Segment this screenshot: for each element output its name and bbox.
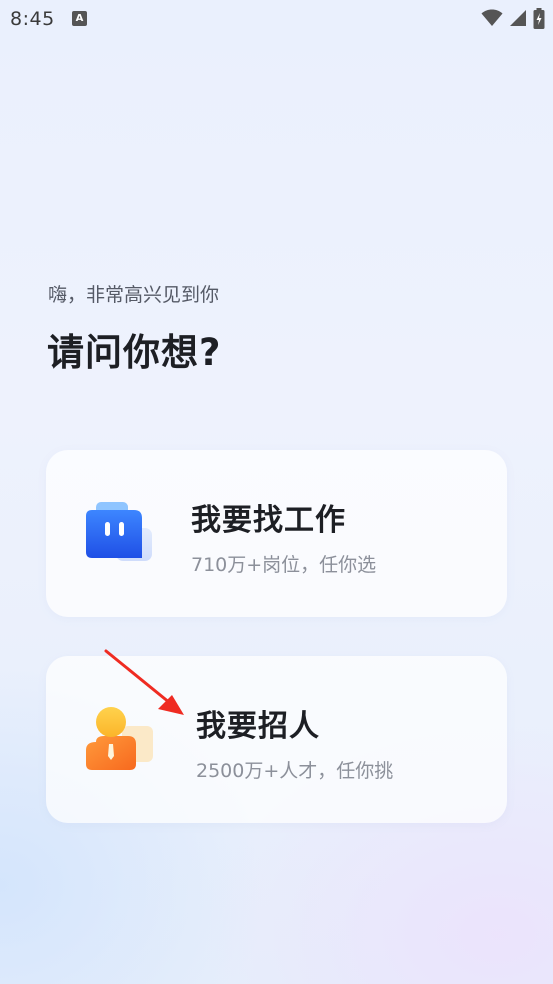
- page-title: 请问你想?: [47, 331, 222, 374]
- recruit-title: 我要招人: [196, 709, 320, 744]
- status-icons: [481, 7, 545, 29]
- recruit-subtitle: 2500万+人才，任你挑: [196, 760, 394, 782]
- battery-charging-icon: [533, 7, 545, 29]
- a-icon: A: [72, 11, 87, 26]
- find-job-title: 我要找工作: [191, 503, 346, 538]
- status-time: 8:45: [10, 8, 55, 30]
- annotation-arrow-icon: [104, 649, 184, 715]
- status-bar: 8:45 A: [0, 0, 553, 38]
- briefcase-chat-icon: [86, 502, 152, 561]
- wifi-icon: [481, 9, 503, 26]
- find-job-subtitle: 710万+岗位，任你选: [191, 554, 377, 576]
- find-job-option[interactable]: 我要找工作 710万+岗位，任你选: [46, 450, 507, 617]
- greeting-subtitle: 嗨，非常高兴见到你: [48, 284, 220, 306]
- signal-icon: [510, 10, 526, 26]
